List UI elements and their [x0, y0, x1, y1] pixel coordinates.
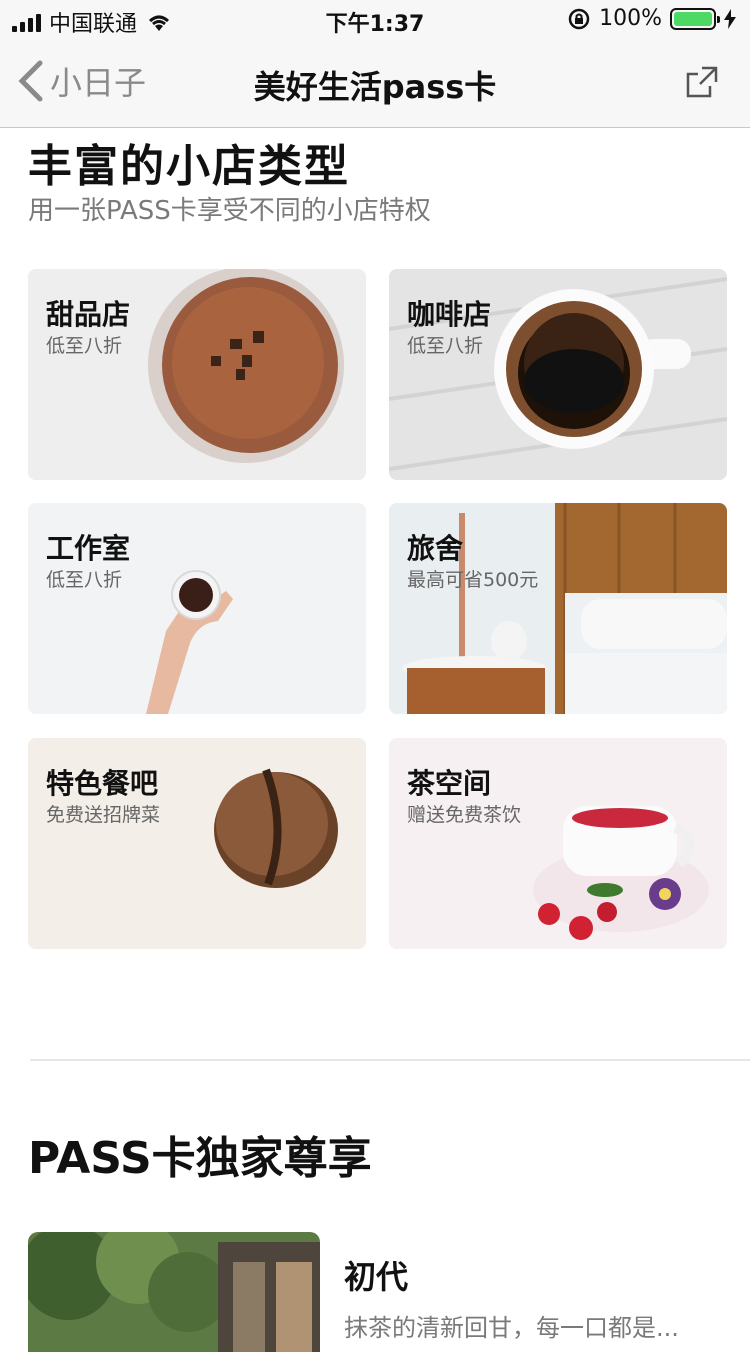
- exclusive-item-desc: 抹茶的清新回甘，每一口都是...: [344, 1314, 679, 1342]
- nav-bar: 小日子 美好生活pass卡: [0, 40, 750, 128]
- card-desc: 低至八折: [46, 335, 123, 357]
- section-subtitle: 用一张PASS卡享受不同的小店特权: [28, 196, 431, 226]
- storefront-image: [28, 1232, 320, 1352]
- card-name: 工作室: [46, 532, 131, 565]
- card-hostel[interactable]: 旅舍 最高可省500元: [389, 503, 727, 714]
- battery-icon: [670, 7, 720, 30]
- card-desc: 免费送招牌菜: [46, 804, 161, 826]
- card-coffee[interactable]: 咖啡店 低至八折: [389, 269, 727, 480]
- exclusive-item-name: 初代: [344, 1258, 409, 1296]
- card-tea[interactable]: 茶空间 赠送免费茶饮: [389, 738, 727, 949]
- status-bar: 中国联通 下午1:37 100%: [0, 0, 750, 40]
- card-name: 咖啡店: [407, 298, 492, 331]
- battery-percent: 100%: [599, 6, 662, 31]
- charging-icon: [724, 8, 736, 29]
- status-right: 100%: [567, 6, 736, 31]
- exclusive-item-image[interactable]: [28, 1232, 320, 1352]
- section-title: 丰富的小店类型: [28, 141, 350, 192]
- card-name: 特色餐吧: [46, 767, 159, 800]
- section-title-exclusive: PASS卡独家尊享: [28, 1133, 372, 1184]
- card-name: 甜品店: [46, 298, 131, 331]
- page-title: 美好生活pass卡: [253, 68, 497, 106]
- card-name: 旅舍: [407, 532, 464, 565]
- card-dessert[interactable]: 甜品店 低至八折: [28, 269, 366, 480]
- card-desc: 低至八折: [46, 569, 123, 591]
- card-desc: 赠送免费茶饮: [407, 804, 522, 826]
- card-desc: 低至八折: [407, 335, 484, 357]
- rotation-lock-icon: [568, 8, 590, 29]
- card-name: 茶空间: [407, 767, 492, 800]
- card-desc: 最高可省500元: [407, 569, 539, 591]
- divider: [30, 1059, 750, 1061]
- card-restaurant[interactable]: 特色餐吧 免费送招牌菜: [28, 738, 366, 949]
- share-icon[interactable]: [684, 64, 720, 100]
- card-studio[interactable]: 工作室 低至八折: [28, 503, 366, 714]
